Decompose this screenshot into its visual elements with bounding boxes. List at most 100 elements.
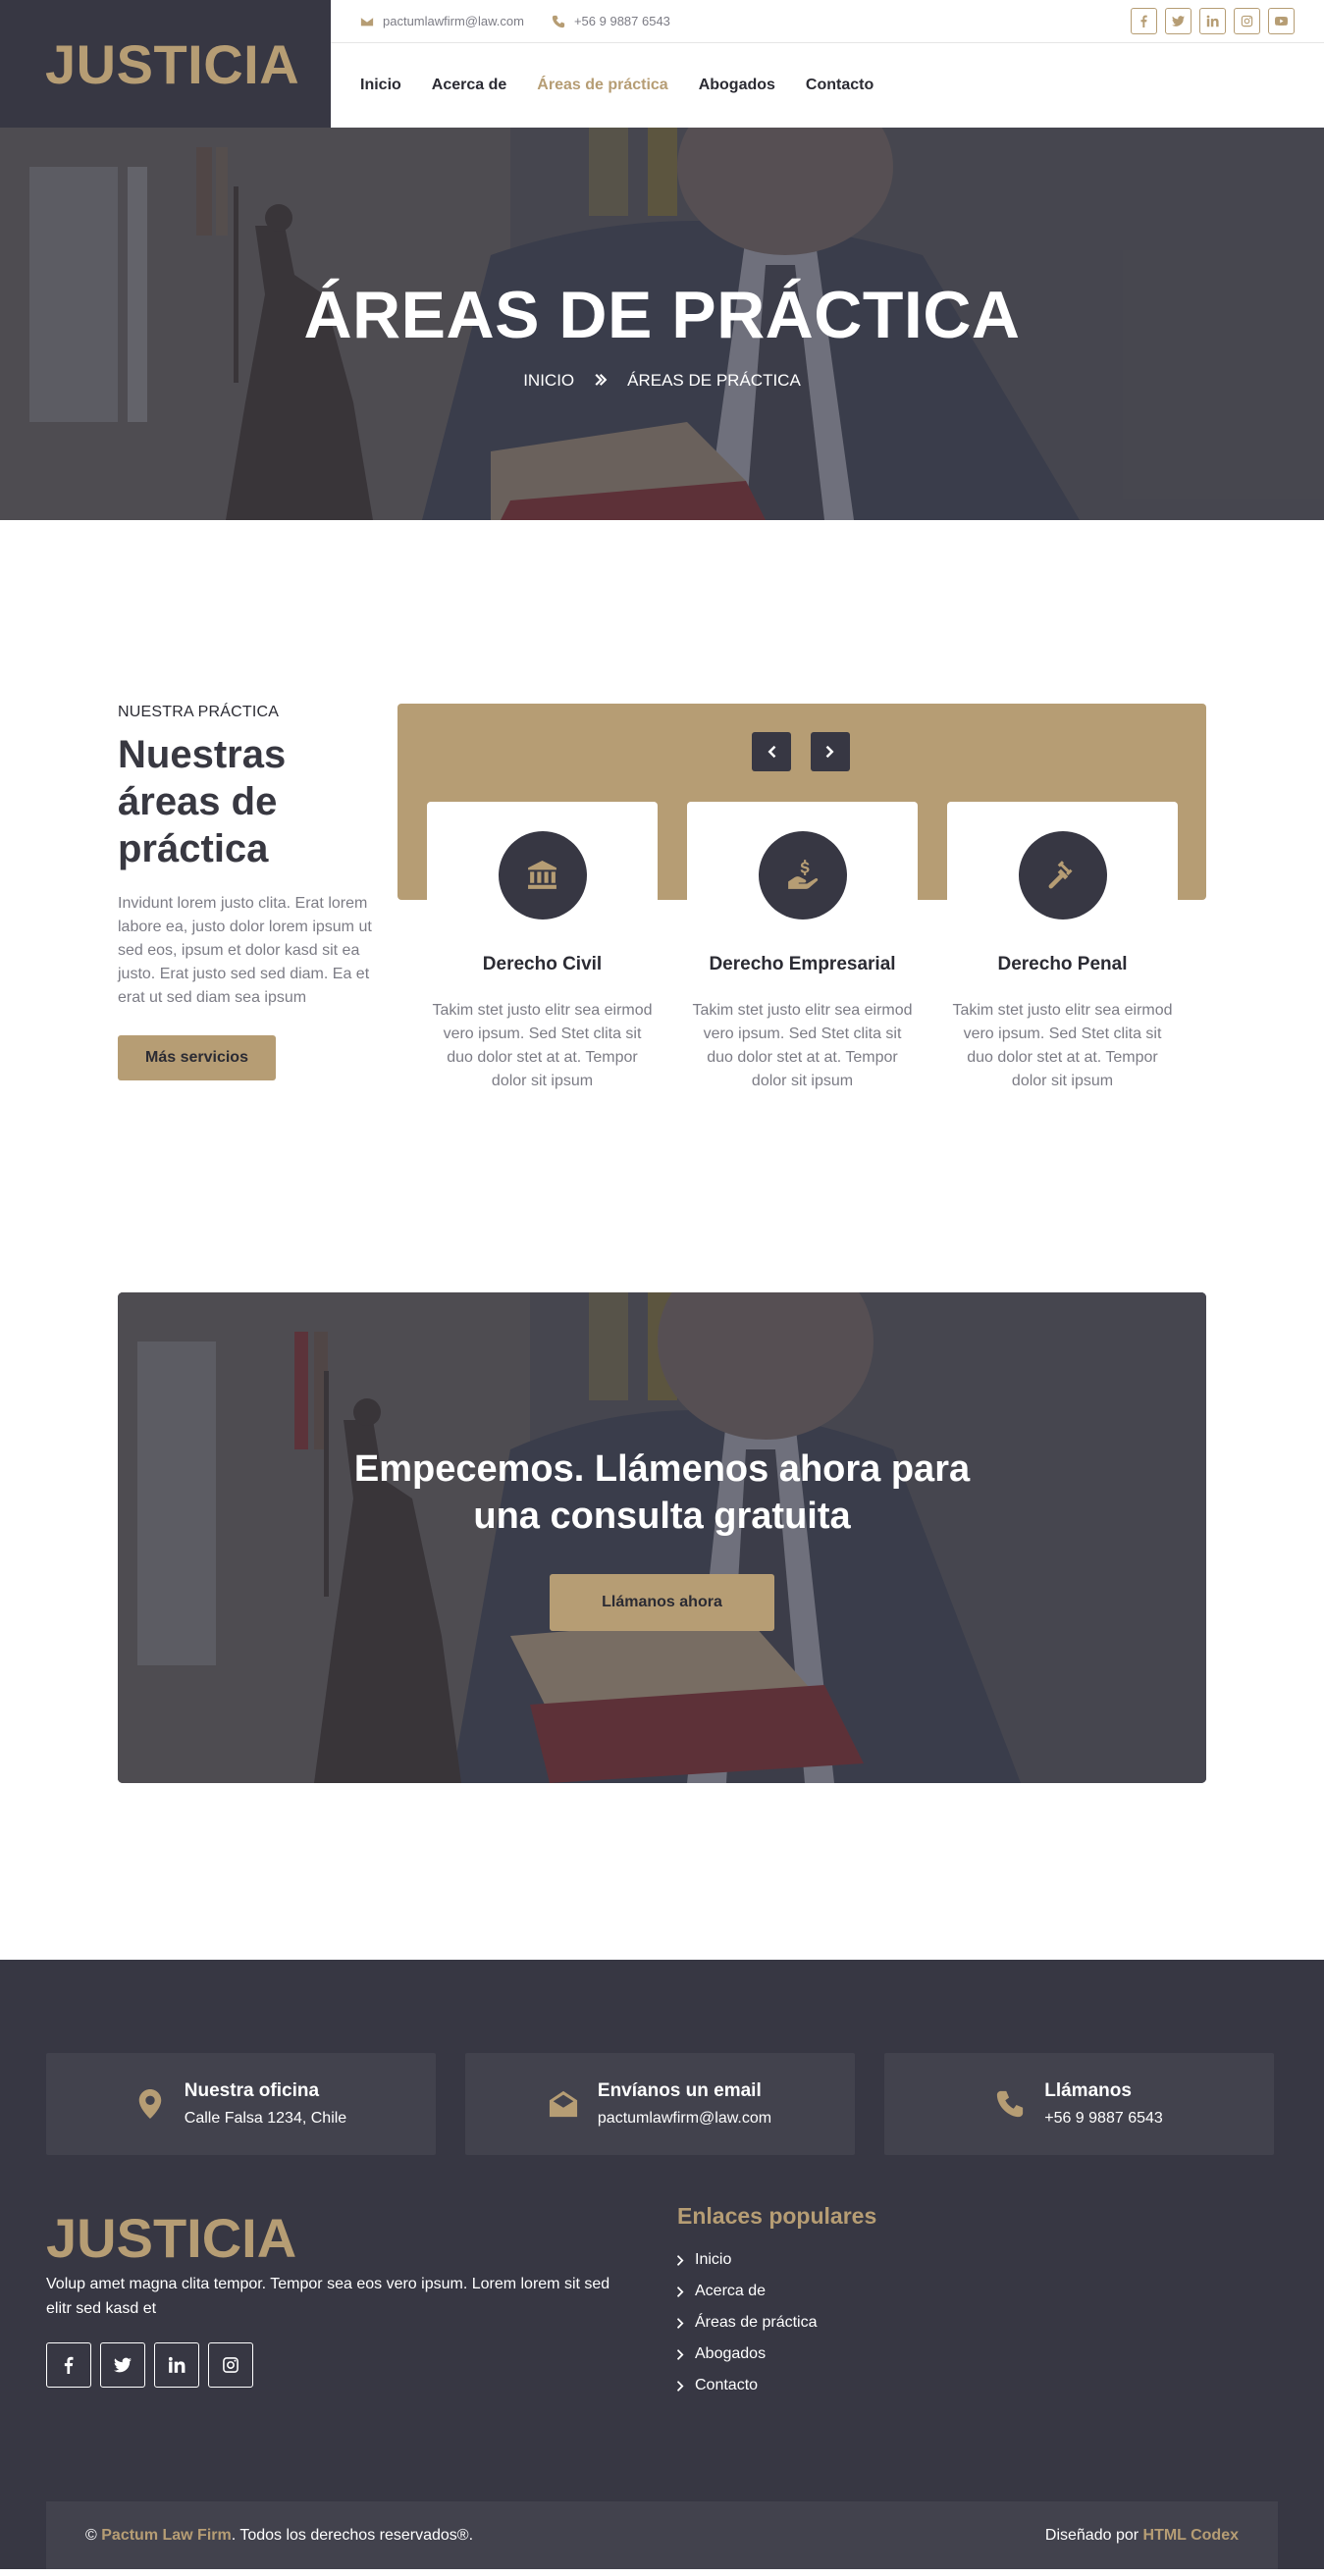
nav-item-inicio[interactable]: Inicio: [360, 77, 401, 94]
page-title: ÁREAS DE PRÁCTICA: [303, 278, 1021, 352]
section-title: Nuestras áreas de práctica: [118, 733, 287, 870]
footer-link-label: Abogados: [695, 2345, 767, 2362]
footer-link-areas-de-practica[interactable]: Áreas de práctica: [677, 2307, 876, 2339]
footer-link-abogados[interactable]: Abogados: [677, 2339, 876, 2370]
breadcrumb-home[interactable]: INICIO: [523, 371, 574, 391]
site-header: JUSTICIA pactumlawfirm@law.com +56 9 988…: [0, 0, 1324, 128]
footer-link-label: Acerca de: [695, 2283, 767, 2299]
nav-item-areas-de-practica[interactable]: Áreas de práctica: [537, 77, 667, 94]
designed-by-label: Diseñado por: [1044, 2526, 1139, 2544]
linkedin-icon: [168, 2356, 185, 2373]
cta-content: Empecemos. Llámenos ahora para una consu…: [118, 1292, 1206, 1783]
map-marker-icon: [138, 2089, 162, 2119]
facebook-icon: [1140, 15, 1147, 27]
nav-item-acerca-de[interactable]: Acerca de: [432, 77, 507, 94]
card-title: Derecho Penal: [997, 954, 1128, 974]
topbar-contacts: pactumlawfirm@law.com +56 9 9887 6543: [360, 14, 670, 28]
instagram-icon: [223, 2357, 238, 2373]
cta-banner: Empecemos. Llámenos ahora para una consu…: [118, 1292, 1206, 1783]
footer-socials: [46, 2342, 253, 2388]
footer-link-contacto[interactable]: Contacto: [677, 2370, 876, 2401]
firm-link[interactable]: Pactum Law Firm: [101, 2527, 231, 2544]
topbar-email[interactable]: pactumlawfirm@law.com: [360, 14, 524, 28]
gavel-icon: [1048, 861, 1073, 889]
brand-name: JUSTICIA: [45, 32, 300, 95]
cta-title: Empecemos. Llámenos ahora para una consu…: [353, 1447, 971, 1537]
chevron-left-icon: [768, 745, 776, 759]
nav-item-abogados[interactable]: Abogados: [699, 77, 775, 94]
topbar-socials: [1131, 8, 1295, 34]
topbar-phone-text: +56 9 9887 6543: [573, 14, 670, 28]
more-services-button[interactable]: Más servicios: [118, 1035, 276, 1080]
footer-description: Volup amet magna clita tempor. Tempor se…: [46, 2276, 610, 2317]
cta-section: Empecemos. Llámenos ahora para una consu…: [0, 1292, 1324, 1805]
practice-card[interactable]: Derecho Penal Takim stet justo elitr sea…: [947, 802, 1178, 1096]
email-address[interactable]: pactumlawfirm@law.com: [598, 2110, 771, 2128]
twitter-link[interactable]: [100, 2342, 145, 2388]
card-title: Derecho Empresarial: [709, 954, 896, 974]
site-footer: Nuestra oficina Calle Falsa 1234, Chile …: [0, 1960, 1324, 2569]
popular-links-title: Enlaces populares: [677, 2203, 877, 2229]
chevron-right-icon: [677, 2348, 684, 2360]
double-chevron-right-icon: [595, 374, 608, 386]
copyright-symbol: ©: [85, 2526, 97, 2544]
practice-intro: NUESTRA PRÁCTICA Nuestras áreas de práct…: [118, 704, 377, 1080]
carousel-prev-button[interactable]: [752, 732, 791, 771]
footer-link-acerca-de[interactable]: Acerca de: [677, 2276, 876, 2307]
copyright-suffix: . Todos los derechos reservados®.: [231, 2526, 474, 2544]
phone-info-text: Llámanos +56 9 9887 6543: [1044, 2080, 1163, 2128]
footer-brand[interactable]: JUSTICIA: [46, 2206, 296, 2270]
hero-content: ÁREAS DE PRÁCTICA INICIO ÁREAS DE PRÁCTI…: [0, 128, 1324, 520]
footer-link-label: Contacto: [695, 2377, 759, 2393]
office-info-text: Nuestra oficina Calle Falsa 1234, Chile: [185, 2080, 346, 2128]
facebook-link[interactable]: [1131, 8, 1157, 34]
footer-link-label: Áreas de práctica: [695, 2314, 818, 2331]
brand-logo[interactable]: JUSTICIA: [0, 0, 331, 128]
practice-card[interactable]: Derecho Civil Takim stet justo elitr sea…: [427, 802, 658, 1096]
chevron-right-icon: [677, 2254, 684, 2266]
card-text: Takim stet justo elitr sea eirmod vero i…: [952, 1002, 1173, 1089]
linkedin-icon: [1206, 15, 1219, 27]
topbar-phone[interactable]: +56 9 9887 6543: [552, 14, 670, 28]
phone-info-box: Llámanos +56 9 9887 6543: [884, 2053, 1274, 2155]
linkedin-link[interactable]: [154, 2342, 199, 2388]
hand-dollar-icon: [787, 860, 818, 889]
practice-card[interactable]: Derecho Empresarial Takim stet justo eli…: [687, 802, 918, 1096]
practice-carousel: Derecho Civil Takim stet justo elitr sea…: [397, 704, 1206, 1096]
office-label: Nuestra oficina: [184, 2080, 320, 2101]
facebook-link[interactable]: [46, 2342, 91, 2388]
instagram-link[interactable]: [1234, 8, 1260, 34]
footer-link-inicio[interactable]: Inicio: [677, 2244, 876, 2276]
twitter-icon: [1172, 16, 1185, 26]
practice-section: NUESTRA PRÁCTICA Nuestras áreas de práct…: [0, 520, 1324, 1292]
twitter-link[interactable]: [1165, 8, 1192, 34]
courthouse-icon: [527, 861, 556, 889]
phone-label: Llámanos: [1044, 2080, 1132, 2101]
facebook-icon: [64, 2356, 74, 2374]
designer-link[interactable]: HTML Codex: [1143, 2527, 1239, 2544]
linkedin-link[interactable]: [1199, 8, 1226, 34]
footer-link-label: Inicio: [695, 2251, 732, 2268]
call-now-button[interactable]: Llámanos ahora: [550, 1573, 774, 1631]
card-icon-circle: [498, 831, 587, 920]
email-label: Envíanos un email: [597, 2080, 762, 2101]
phone-icon: [552, 15, 565, 27]
nav-item-contacto[interactable]: Contacto: [806, 77, 874, 94]
office-address: Calle Falsa 1234, Chile: [184, 2110, 347, 2127]
header-right: pactumlawfirm@law.com +56 9 9887 6543 In…: [331, 0, 1324, 128]
chevron-right-icon: [677, 2286, 684, 2297]
email-info-box: Envíanos un email pactumlawfirm@law.com: [465, 2053, 855, 2155]
card-title: Derecho Civil: [482, 954, 603, 974]
main-nav: Inicio Acerca de Áreas de práctica Aboga…: [331, 43, 1324, 128]
youtube-link[interactable]: [1268, 8, 1295, 34]
instagram-link[interactable]: [208, 2342, 253, 2388]
chevron-right-icon: [677, 2317, 684, 2329]
phone-number[interactable]: +56 9 9887 6543: [1044, 2110, 1163, 2128]
youtube-icon: [1275, 17, 1288, 26]
chevron-right-icon: [677, 2380, 684, 2392]
carousel-next-button[interactable]: [811, 732, 850, 771]
section-eyebrow: NUESTRA PRÁCTICA: [118, 704, 280, 720]
breadcrumb-current: ÁREAS DE PRÁCTICA: [627, 371, 801, 390]
popular-links: Enlaces populares Inicio Acerca de Áreas…: [677, 2203, 876, 2401]
popular-links-list: Inicio Acerca de Áreas de práctica Aboga…: [677, 2244, 876, 2401]
